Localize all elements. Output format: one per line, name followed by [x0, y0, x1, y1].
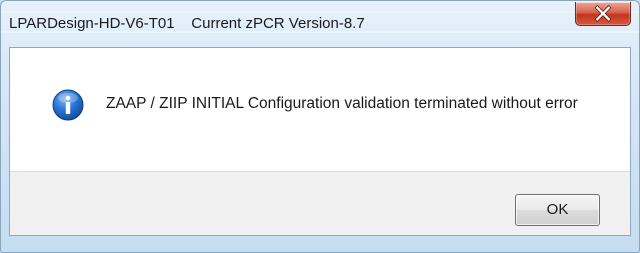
message-text: ZAAP / ZIIP INITIAL Configuration valida… [106, 95, 578, 112]
dialog-window: LPARDesign-HD-V6-T01 Current zPCR Versio… [0, 0, 640, 253]
ok-button[interactable]: OK [515, 194, 600, 226]
button-strip: OK [10, 171, 630, 235]
message-area: ZAAP / ZIIP INITIAL Configuration valida… [10, 48, 630, 171]
window-title: LPARDesign-HD-V6-T01 Current zPCR Versio… [9, 15, 365, 32]
close-icon [594, 5, 612, 22]
title-bar[interactable]: LPARDesign-HD-V6-T01 Current zPCR Versio… [1, 1, 639, 47]
information-icon [52, 89, 84, 121]
close-button[interactable] [575, 2, 631, 26]
dialog-client-area: ZAAP / ZIIP INITIAL Configuration valida… [9, 47, 631, 236]
